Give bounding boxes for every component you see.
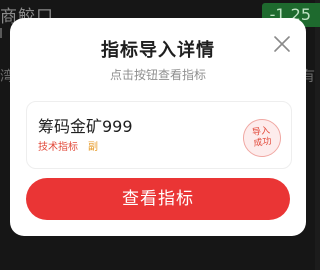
stamp-line-2: 成功 <box>253 136 273 150</box>
background-divider <box>0 28 10 38</box>
indicator-tags: 技术指标 副 <box>38 141 98 155</box>
indicator-import-dialog: 指标导入详情 点击按钮查看指标 筹码金矿999 技术指标 副 导入 成功 查看指… <box>10 18 306 236</box>
view-indicator-button[interactable]: 查看指标 <box>26 178 290 220</box>
import-success-stamp: 导入 成功 <box>240 116 284 160</box>
indicator-card: 筹码金矿999 技术指标 副 导入 成功 <box>26 101 292 169</box>
indicator-type-tag: 技术指标 <box>38 142 78 153</box>
indicator-name: 筹码金矿999 <box>38 117 133 136</box>
close-button[interactable] <box>272 34 292 54</box>
dialog-title: 指标导入详情 <box>101 40 215 61</box>
dialog-subtitle: 点击按钮查看指标 <box>109 68 206 82</box>
indicator-panel-tag: 副 <box>88 142 98 153</box>
close-icon <box>274 36 290 52</box>
